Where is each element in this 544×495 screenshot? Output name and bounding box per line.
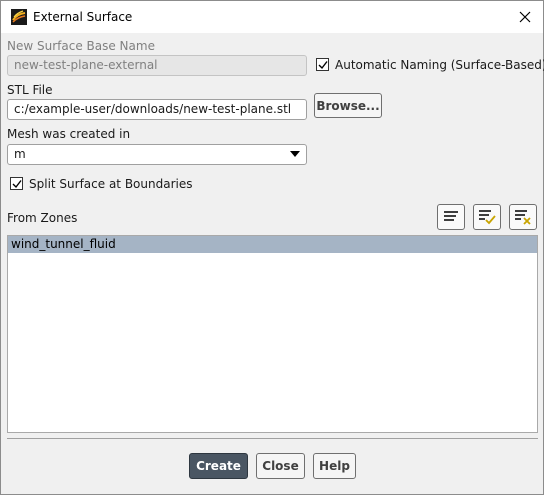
mesh-unit-label: Mesh was created in [7, 127, 131, 141]
zones-listbox[interactable]: wind_tunnel_fluid [7, 235, 538, 433]
select-check-icon [479, 210, 496, 225]
from-zones-label: From Zones [7, 211, 78, 225]
close-window-button[interactable] [515, 7, 535, 27]
stl-file-input[interactable]: c:/example-user/downloads/new-test-plane… [7, 99, 307, 120]
checkmark-icon [318, 60, 328, 69]
select-all-zones-button[interactable] [437, 204, 465, 230]
split-surface-label: Split Surface at Boundaries [29, 177, 193, 191]
dropdown-arrow-icon [290, 151, 300, 157]
create-button[interactable]: Create [189, 453, 248, 479]
close-icon [519, 11, 531, 23]
footer-separator [7, 438, 538, 439]
mesh-unit-value: m [14, 147, 26, 161]
browse-button[interactable]: Browse... [314, 93, 382, 118]
title-bar: External Surface [1, 1, 543, 33]
select-check-zones-button[interactable] [473, 204, 501, 230]
auto-naming-checkbox[interactable] [316, 58, 329, 71]
deselect-all-icon [515, 210, 531, 225]
window-title: External Surface [33, 10, 133, 24]
base-name-label: New Surface Base Name [7, 39, 155, 53]
select-all-icon [444, 211, 458, 221]
auto-naming-label: Automatic Naming (Surface-Based) [335, 58, 544, 72]
close-button[interactable]: Close [256, 453, 305, 479]
deselect-all-zones-button[interactable] [509, 204, 537, 230]
split-surface-checkbox[interactable] [10, 177, 23, 190]
mesh-unit-dropdown[interactable]: m [7, 144, 307, 165]
base-name-field[interactable]: new-test-plane-external [7, 55, 307, 76]
fluent-app-icon [11, 9, 27, 25]
help-button[interactable]: Help [313, 453, 356, 479]
stl-file-label: STL File [7, 83, 53, 97]
external-surface-dialog: External Surface New Surface Base Name n… [0, 0, 544, 495]
checkmark-icon [12, 179, 22, 188]
list-item[interactable]: wind_tunnel_fluid [8, 236, 537, 253]
